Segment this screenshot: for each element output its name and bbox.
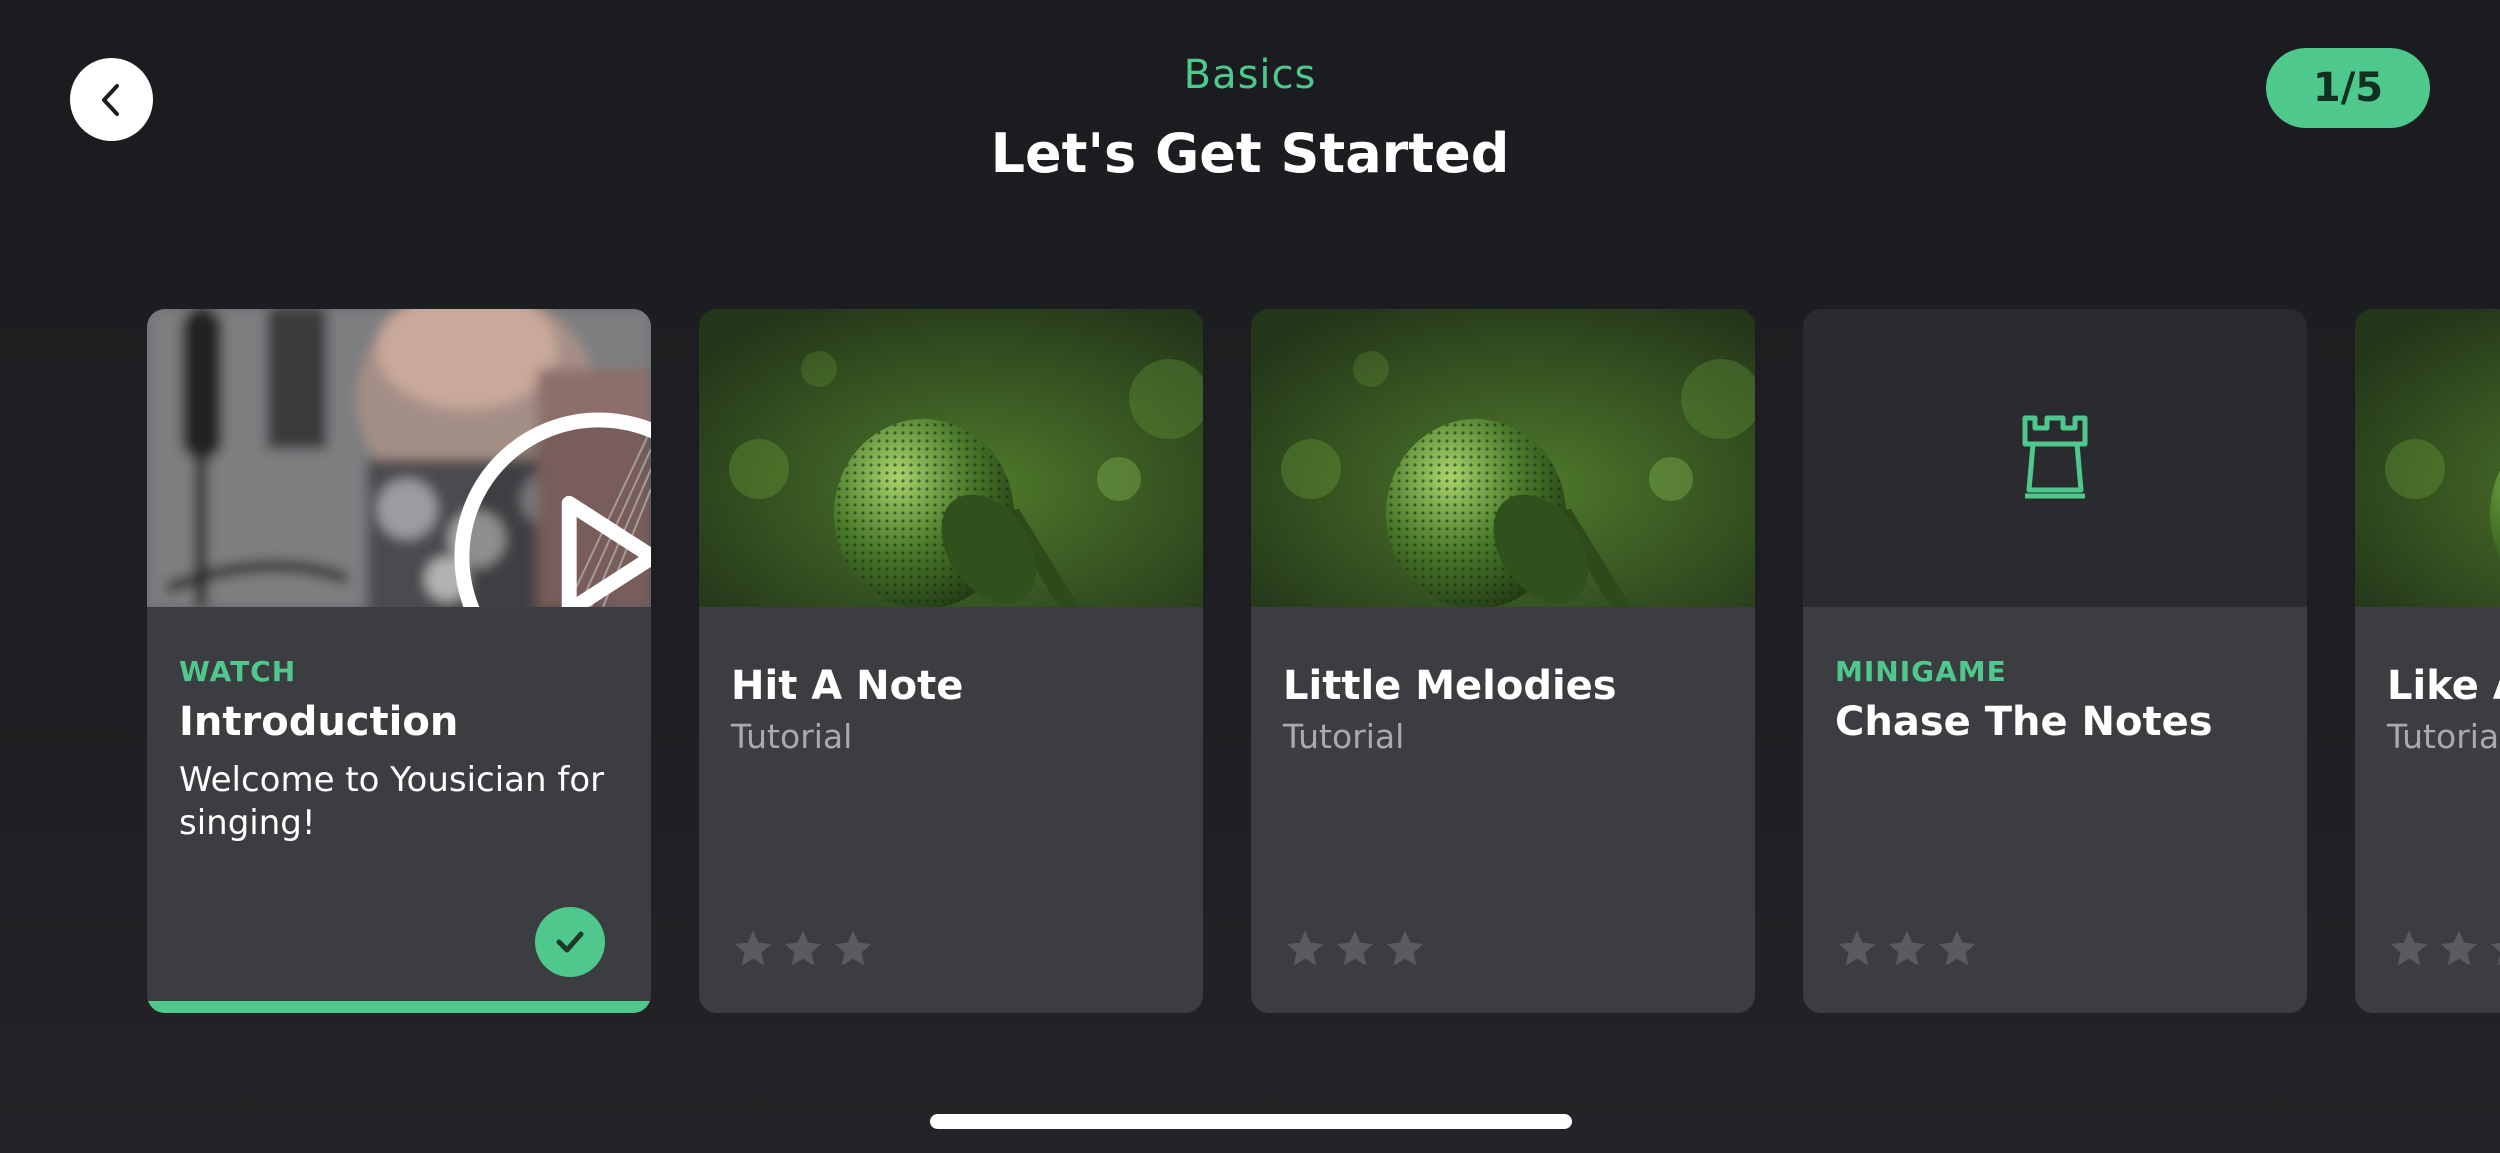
card-subtitle: Tutorial (731, 717, 853, 756)
card-subtitle: Tutorial (1283, 717, 1405, 756)
star-rating (1283, 927, 1427, 971)
card-type-label: MINIGAME (1835, 655, 2007, 688)
microphone-image (699, 309, 1203, 607)
page-title: Let's Get Started (990, 122, 1510, 185)
star-icon (2390, 930, 2428, 966)
lesson-card-chase-the-notes[interactable]: MINIGAME Chase The Notes (1803, 309, 2307, 1013)
star-icon (1888, 930, 1926, 966)
completed-badge (535, 907, 605, 977)
star-rating (1835, 927, 1979, 971)
card-title: Hit A Note (731, 663, 964, 709)
star-rating (2387, 927, 2500, 971)
video-thumbnail (147, 309, 651, 607)
card-title: Like A (2387, 663, 2500, 709)
star-icon (1838, 930, 1876, 966)
star-icon (1938, 930, 1976, 966)
check-icon (556, 931, 584, 953)
star-icon (1336, 930, 1374, 966)
lesson-card-like-a[interactable]: Like A Tutoria (2355, 309, 2500, 1013)
star-icon (784, 930, 822, 966)
star-rating (731, 927, 875, 971)
minigame-image (1803, 309, 2307, 607)
star-icon (1386, 930, 1424, 966)
star-icon (2490, 943, 2500, 966)
completion-bar (147, 1001, 651, 1013)
lesson-card-hit-a-note[interactable]: Hit A Note Tutorial (699, 309, 1203, 1013)
home-indicator[interactable] (930, 1114, 1572, 1129)
lesson-card-introduction[interactable]: WATCH Introduction Welcome to Yousician … (147, 309, 651, 1013)
progress-badge: 1/5 (2266, 48, 2430, 128)
lesson-screen: Basics Let's Get Started 1/5 WATCH Intro… (0, 0, 2500, 1153)
card-title: Little Melodies (1283, 663, 1617, 709)
play-icon[interactable] (347, 408, 651, 607)
card-type-label: WATCH (179, 655, 297, 688)
star-icon (1286, 930, 1324, 966)
card-subtitle: Tutoria (2387, 717, 2500, 756)
microphone-image (1251, 309, 1755, 607)
star-icon (734, 930, 772, 966)
microphone-image (2355, 309, 2500, 607)
card-description: Welcome to Yousician for singing! (179, 760, 605, 843)
card-title: Introduction (179, 699, 459, 745)
card-title: Chase The Notes (1835, 699, 2213, 745)
lesson-card-little-melodies[interactable]: Little Melodies Tutorial (1251, 309, 1755, 1013)
star-icon (834, 930, 872, 966)
star-icon (2440, 930, 2478, 966)
section-label: Basics (1183, 52, 1317, 98)
